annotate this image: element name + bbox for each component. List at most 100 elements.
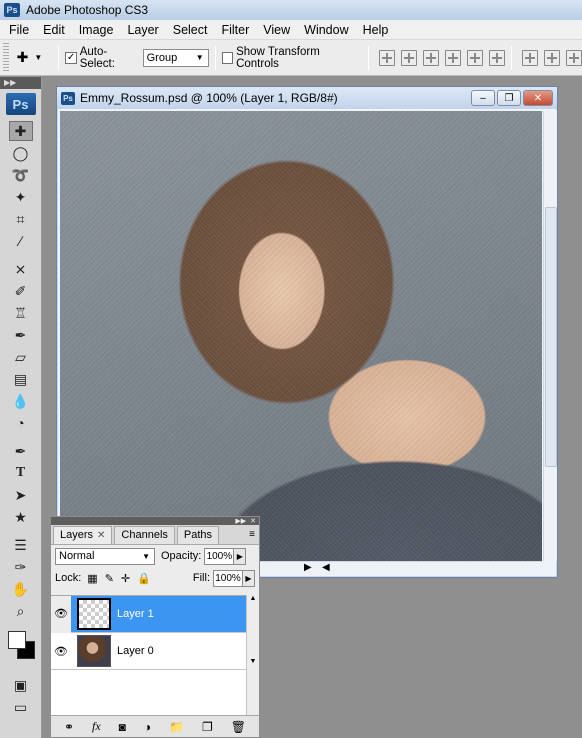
- tab-paths[interactable]: Paths: [176, 526, 220, 544]
- close-button[interactable]: ✕: [523, 90, 553, 106]
- collapse-icon[interactable]: ▶▶: [235, 517, 246, 525]
- menu-select[interactable]: Select: [166, 20, 215, 40]
- blend-mode-value: Normal: [59, 550, 95, 562]
- eye-icon[interactable]: 👁: [51, 645, 71, 658]
- chevron-down-icon: ▼: [34, 53, 43, 62]
- layer-row[interactable]: 👁 Layer 0: [51, 633, 247, 670]
- magic-wand-tool-icon[interactable]: ✦: [9, 187, 33, 207]
- tab-channels[interactable]: Channels: [114, 526, 175, 544]
- hand-tool-icon[interactable]: ✋: [9, 579, 33, 599]
- lock-pixels-icon[interactable]: ✎: [105, 572, 114, 585]
- scroll-left-icon[interactable]: ◀: [322, 562, 330, 573]
- lock-transparency-icon[interactable]: ▦: [87, 572, 97, 585]
- eraser-tool-icon[interactable]: ▱: [9, 347, 33, 367]
- clone-stamp-tool-icon[interactable]: ♖: [9, 303, 33, 323]
- menu-window[interactable]: Window: [297, 20, 355, 40]
- options-grip[interactable]: [3, 42, 9, 73]
- history-brush-tool-icon[interactable]: ✒: [9, 325, 33, 345]
- menu-image[interactable]: Image: [72, 20, 121, 40]
- play-icon[interactable]: ▶: [304, 562, 312, 573]
- layer-mask-icon[interactable]: ◙: [119, 720, 126, 734]
- show-transform-label: Show Transform Controls: [236, 45, 320, 70]
- opacity-input[interactable]: 100%: [204, 547, 235, 565]
- menu-help[interactable]: Help: [356, 20, 396, 40]
- document-title-bar[interactable]: Ps Emmy_Rossum.psd @ 100% (Layer 1, RGB/…: [57, 87, 557, 109]
- marquee-tool-icon[interactable]: ◯: [9, 143, 33, 163]
- close-icon[interactable]: ✕: [97, 530, 105, 541]
- menu-layer[interactable]: Layer: [120, 20, 165, 40]
- opacity-slider-button[interactable]: ▶: [234, 547, 247, 565]
- adjustment-layer-icon[interactable]: ◑: [144, 720, 151, 734]
- dodge-tool-icon[interactable]: ◔: [9, 413, 33, 433]
- layer-thumbnail: [77, 598, 111, 630]
- gradient-tool-icon[interactable]: ▤: [9, 369, 33, 389]
- screen-mode-icon[interactable]: ▭: [9, 697, 33, 717]
- auto-select-checkbox[interactable]: ✓: [65, 51, 77, 64]
- lock-position-icon[interactable]: ✛: [121, 572, 130, 585]
- lock-all-icon[interactable]: 🔒: [137, 572, 151, 585]
- tab-layers[interactable]: Layers ✕: [53, 526, 113, 544]
- restore-button[interactable]: ❐: [497, 90, 521, 106]
- shape-tool-icon[interactable]: ★: [9, 507, 33, 527]
- toolbox-grip[interactable]: ▶▶: [0, 77, 41, 89]
- slice-tool-icon[interactable]: ∕: [9, 231, 33, 251]
- healing-brush-tool-icon[interactable]: ⨯: [9, 259, 33, 279]
- fill-slider-button[interactable]: ▶: [243, 569, 255, 587]
- divider: [214, 45, 216, 70]
- auto-select-label: Auto-Select:: [79, 45, 115, 70]
- brush-tool-icon[interactable]: ✐: [9, 281, 33, 301]
- pen-tool-icon[interactable]: ✒: [9, 441, 33, 461]
- link-layers-icon[interactable]: ⚭: [64, 720, 74, 734]
- vertical-scrollbar[interactable]: [543, 111, 557, 561]
- align-left-icon[interactable]: [445, 49, 461, 66]
- blend-mode-dropdown[interactable]: Normal ▼: [55, 547, 155, 565]
- align-right-icon[interactable]: [489, 49, 505, 66]
- new-layer-icon[interactable]: ❐: [202, 720, 213, 734]
- document-canvas[interactable]: [60, 111, 542, 561]
- distribute-vcenter-icon[interactable]: [544, 49, 560, 66]
- panel-menu-icon[interactable]: ≡: [245, 529, 259, 544]
- path-selection-tool-icon[interactable]: ➤: [9, 485, 33, 505]
- eyedropper-tool-icon[interactable]: ✑: [9, 557, 33, 577]
- tab-label: Paths: [183, 529, 213, 541]
- menu-view[interactable]: View: [256, 20, 297, 40]
- photoshop-logo-icon[interactable]: Ps: [5, 93, 36, 115]
- align-hcenter-icon[interactable]: [467, 49, 483, 66]
- scroll-thumb[interactable]: [545, 207, 557, 467]
- blur-tool-icon[interactable]: 💧: [9, 391, 33, 411]
- tool-preset-picker[interactable]: ✚ ▼: [17, 49, 53, 66]
- foreground-color-swatch[interactable]: [7, 631, 26, 649]
- minimize-button[interactable]: –: [471, 90, 495, 106]
- move-tool-icon[interactable]: ✚: [8, 121, 33, 141]
- layer-row[interactable]: 👁 Layer 1: [51, 595, 247, 633]
- layer-list: 👁 Layer 1 👁 Layer 0: [51, 595, 247, 715]
- menu-file[interactable]: File: [2, 20, 36, 40]
- menu-filter[interactable]: Filter: [214, 20, 256, 40]
- layers-scrollbar[interactable]: ▲ ▼: [246, 595, 259, 715]
- auto-select-dropdown[interactable]: Group ▼: [142, 48, 209, 67]
- crop-tool-icon[interactable]: ⌗: [9, 209, 33, 229]
- panel-top-bar[interactable]: ▶▶ ✕: [51, 517, 259, 525]
- chevron-down-icon: ▼: [195, 53, 204, 62]
- distribute-bottom-icon[interactable]: [566, 49, 582, 66]
- new-group-icon[interactable]: 📁: [169, 720, 184, 734]
- zoom-tool-icon[interactable]: ⌕: [9, 601, 33, 621]
- notes-tool-icon[interactable]: ☰: [9, 535, 33, 555]
- type-tool-icon[interactable]: T: [9, 463, 33, 483]
- eye-icon[interactable]: 👁: [51, 595, 71, 633]
- photoshop-logo-icon: Ps: [4, 3, 20, 17]
- align-bottom-icon[interactable]: [423, 49, 439, 66]
- layers-panel: ▶▶ ✕ Layers ✕ Channels Paths ≡ Normal ▼ O…: [50, 516, 260, 738]
- fill-input[interactable]: 100%: [213, 569, 243, 587]
- align-top-icon[interactable]: [379, 49, 395, 66]
- delete-layer-icon[interactable]: 🗑: [231, 720, 246, 734]
- quick-mask-icon[interactable]: ▣: [9, 675, 33, 695]
- lock-fill-row: Lock: ▦ ✎ ✛ 🔒 Fill: 100% ▶: [51, 567, 259, 589]
- lasso-tool-icon[interactable]: ➰: [9, 165, 33, 185]
- distribute-top-icon[interactable]: [522, 49, 538, 66]
- layer-style-icon[interactable]: fx: [92, 719, 101, 734]
- menu-edit[interactable]: Edit: [36, 20, 72, 40]
- close-panel-icon[interactable]: ✕: [250, 517, 256, 525]
- align-vcenter-icon[interactable]: [401, 49, 417, 66]
- show-transform-checkbox[interactable]: [221, 51, 234, 64]
